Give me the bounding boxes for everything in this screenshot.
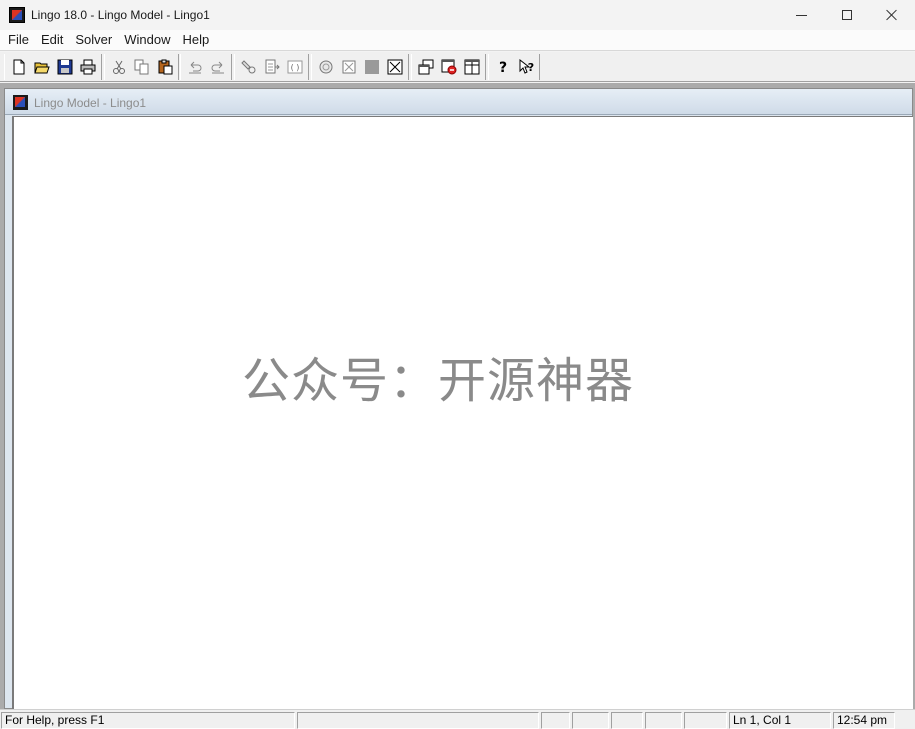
toolbar-group-undo bbox=[180, 54, 232, 80]
status-cursor-position: Ln 1, Col 1 bbox=[729, 712, 831, 729]
status-clock: 12:54 pm bbox=[833, 712, 895, 729]
status-pane-empty-2 bbox=[541, 712, 570, 729]
find-icon bbox=[240, 60, 255, 74]
toolbar-group-clipboard bbox=[104, 54, 179, 80]
cut-icon bbox=[112, 60, 125, 74]
toolbar-group-file bbox=[4, 54, 102, 80]
menu-bar: File Edit Solver Window Help bbox=[0, 30, 915, 51]
save-icon bbox=[57, 59, 72, 75]
new-button[interactable] bbox=[8, 56, 30, 78]
title-bar: Lingo 18.0 - Lingo Model - Lingo1 bbox=[0, 0, 915, 30]
lingo-app-icon[interactable] bbox=[9, 7, 25, 23]
options-icon bbox=[441, 59, 456, 75]
send-to-back-button[interactable] bbox=[361, 56, 383, 78]
svg-text:?: ? bbox=[527, 61, 533, 74]
close-all-icon bbox=[387, 59, 402, 75]
context-help-icon: ? bbox=[519, 59, 534, 74]
minimize-icon bbox=[795, 14, 807, 16]
print-button[interactable] bbox=[77, 56, 99, 78]
toolbar: ( ) ? ? bbox=[0, 52, 915, 82]
solve-icon bbox=[319, 60, 332, 74]
goto-line-icon bbox=[265, 59, 280, 74]
close-icon bbox=[886, 9, 898, 21]
print-icon bbox=[80, 59, 95, 75]
close-button[interactable] bbox=[869, 0, 915, 30]
status-pane-empty-3 bbox=[572, 712, 609, 729]
watermark-text: 公众号：开源神器 bbox=[242, 353, 635, 409]
paste-button[interactable] bbox=[154, 56, 176, 78]
toolbar-group-window bbox=[411, 54, 486, 80]
status-bar: For Help, press F1 Ln 1, Col 1 12:54 pm bbox=[0, 709, 915, 729]
match-parenthesis-icon: ( ) bbox=[287, 60, 302, 74]
match-parenthesis-button[interactable]: ( ) bbox=[284, 56, 306, 78]
open-icon bbox=[33, 62, 50, 74]
new-icon bbox=[13, 59, 24, 75]
find-button[interactable] bbox=[238, 56, 260, 78]
close-all-button[interactable] bbox=[384, 56, 406, 78]
grid-icon bbox=[464, 59, 479, 75]
maximize-icon bbox=[842, 10, 852, 20]
menu-solver[interactable]: Solver bbox=[69, 30, 118, 50]
toolbar-group-search: ( ) bbox=[234, 54, 309, 80]
undo-icon bbox=[188, 61, 201, 74]
help-icon: ? bbox=[498, 60, 506, 75]
context-help-button[interactable]: ? bbox=[515, 56, 537, 78]
status-pane-empty-6 bbox=[684, 712, 727, 729]
redo-icon bbox=[211, 61, 224, 74]
options-button[interactable] bbox=[438, 56, 460, 78]
copy-button[interactable] bbox=[131, 56, 153, 78]
toolbar-group-help: ? ? bbox=[488, 54, 540, 80]
status-pane-empty-1 bbox=[297, 712, 539, 729]
paste-icon bbox=[158, 59, 172, 75]
cut-button[interactable] bbox=[108, 56, 130, 78]
undo-button[interactable] bbox=[184, 56, 206, 78]
maximize-button[interactable] bbox=[824, 0, 870, 30]
menu-help[interactable]: Help bbox=[176, 30, 215, 50]
status-pane-empty-4 bbox=[611, 712, 643, 729]
svg-text:( ): ( ) bbox=[290, 63, 299, 72]
tile-button[interactable] bbox=[415, 56, 437, 78]
status-pane-empty-5 bbox=[645, 712, 682, 729]
send-to-back-icon bbox=[364, 60, 379, 74]
lingo-model-icon[interactable] bbox=[13, 95, 28, 110]
model-window-title: Lingo Model - Lingo1 bbox=[34, 96, 147, 110]
grid-button[interactable] bbox=[461, 56, 483, 78]
save-button[interactable] bbox=[54, 56, 76, 78]
model-editor[interactable]: 公众号：开源神器 bbox=[12, 116, 913, 709]
open-button[interactable] bbox=[31, 56, 53, 78]
menu-edit[interactable]: Edit bbox=[35, 30, 69, 50]
model-window: Lingo Model - Lingo1 公众号：开源神器 bbox=[4, 88, 913, 709]
redo-button[interactable] bbox=[207, 56, 229, 78]
close-solution-icon bbox=[342, 60, 355, 74]
mdi-client-area: Lingo Model - Lingo1 公众号：开源神器 bbox=[0, 83, 915, 709]
help-button[interactable]: ? bbox=[492, 56, 514, 78]
menu-file[interactable]: File bbox=[2, 30, 35, 50]
menu-window[interactable]: Window bbox=[118, 30, 176, 50]
status-help-text: For Help, press F1 bbox=[1, 712, 295, 729]
window-title: Lingo 18.0 - Lingo Model - Lingo1 bbox=[31, 8, 210, 22]
solve-button[interactable] bbox=[315, 56, 337, 78]
goto-line-button[interactable] bbox=[261, 56, 283, 78]
model-window-title-bar[interactable]: Lingo Model - Lingo1 bbox=[5, 89, 912, 115]
copy-icon bbox=[134, 59, 148, 75]
close-solution-button[interactable] bbox=[338, 56, 360, 78]
toolbar-group-solver bbox=[311, 54, 409, 80]
tile-icon bbox=[418, 59, 433, 75]
svg-text:?: ? bbox=[498, 60, 506, 75]
minimize-button[interactable] bbox=[778, 0, 824, 30]
